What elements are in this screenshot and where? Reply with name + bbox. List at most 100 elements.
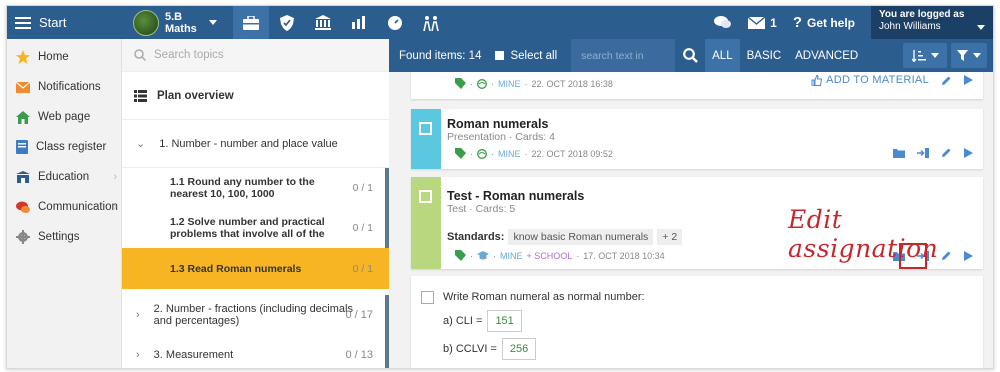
nav-label: Home	[38, 51, 69, 63]
card-actions: ADD TO MATERIAL	[811, 74, 973, 86]
nav-label: Web page	[38, 111, 91, 123]
owner-mine: MINE	[498, 78, 521, 89]
chevron-right-icon: ›	[136, 309, 140, 321]
nav-item-communication[interactable]: Communication ›	[7, 192, 121, 222]
nav-item-education[interactable]: Education ›	[7, 162, 121, 192]
separator: ·	[470, 148, 473, 159]
question-checkbox[interactable]	[421, 291, 434, 304]
filter-advanced[interactable]: ADVANCED	[788, 39, 865, 72]
start-menu[interactable]: Start	[7, 6, 122, 39]
card-meta: · · MINE · 22. OCT 2018 09:52	[455, 148, 613, 159]
folder-icon[interactable]	[893, 148, 905, 158]
subtopic-count: 0 / 1	[352, 262, 373, 275]
filter-button[interactable]	[951, 43, 987, 68]
nav-item-home[interactable]: Home	[7, 42, 121, 72]
card-stripe	[411, 177, 441, 269]
card-date: 22. OCT 2018 09:52	[531, 148, 613, 159]
filter-all[interactable]: ALL	[705, 39, 740, 72]
filter-label: BASIC	[746, 49, 782, 62]
subtopic-label: 1.2 Solve number and practical problems …	[170, 216, 325, 240]
class-selector[interactable]: 5.B Maths	[133, 9, 217, 36]
play-icon[interactable]	[964, 147, 973, 158]
select-all-checkbox[interactable]	[495, 51, 505, 60]
nav-item-settings[interactable]: Settings	[7, 222, 121, 252]
user-name: John Williams	[879, 21, 941, 32]
content-search-input[interactable]: search text in	[571, 39, 676, 72]
nav-label: Settings	[38, 231, 80, 243]
plan-overview[interactable]: Plan overview	[122, 72, 389, 120]
funnel-icon	[957, 50, 968, 61]
answer-label: b) CCLVI =	[443, 343, 497, 355]
found-items: Found items: 14	[399, 49, 482, 62]
topic-item-3[interactable]: › 3. Measurement 0 / 13	[122, 335, 389, 368]
plan-overview-label: Plan overview	[157, 89, 234, 102]
select-all[interactable]: Select all	[495, 50, 557, 62]
play-icon[interactable]	[964, 75, 973, 85]
institution-tab[interactable]	[305, 6, 341, 39]
chat-icon	[714, 16, 732, 28]
pencil-icon[interactable]	[941, 75, 952, 86]
chevron-right-icon: ›	[113, 201, 117, 213]
topics-search[interactable]: Search topics	[122, 39, 389, 72]
people-icon	[423, 15, 439, 31]
class-avatar	[133, 9, 159, 36]
answer-a: a) CLI = 151	[443, 310, 522, 332]
chevron-down-icon	[973, 53, 981, 58]
thumb-up-icon	[811, 74, 823, 86]
hamburger-icon[interactable]	[15, 16, 31, 29]
answer-label: a) CLI =	[443, 315, 483, 327]
nav-item-notifications[interactable]: Notifications	[7, 72, 121, 102]
add-to-material-button[interactable]: ADD TO MATERIAL	[811, 74, 929, 86]
messages-button[interactable]: 1	[748, 16, 777, 30]
chat-button[interactable]	[714, 15, 732, 30]
pencil-icon[interactable]	[941, 147, 952, 158]
subtopic-1-3[interactable]: 1.3 Read Roman numerals 0 / 1	[122, 248, 389, 289]
shield-tab[interactable]	[269, 6, 305, 39]
search-icon	[134, 49, 146, 61]
topic-item-2[interactable]: › 2. Number - fractions (including decim…	[122, 295, 389, 335]
owner-school: + SCHOOL	[526, 250, 573, 261]
subtopic-1-2[interactable]: 1.2 Solve number and practical problems …	[122, 208, 389, 248]
answer-value[interactable]: 256	[501, 338, 537, 360]
nav-item-web-page[interactable]: Web page	[7, 102, 121, 132]
material-card[interactable]: · · MINE · 22. OCT 2018 16:38 ADD TO MAT…	[411, 72, 983, 99]
subtopic-label: 1.1 Round any number to the nearest 10, …	[170, 176, 315, 200]
register-icon	[16, 140, 28, 154]
answer-value[interactable]: 151	[487, 310, 522, 332]
dashboard-tab[interactable]	[377, 6, 413, 39]
people-tab[interactable]	[413, 6, 449, 39]
question-card[interactable]: Write Roman numeral as normal number: a)…	[411, 276, 983, 368]
top-bar: Start 5.B Maths 1 ? Get help You are log…	[7, 6, 993, 39]
top-modules	[233, 6, 449, 39]
search-icon	[682, 48, 698, 63]
separator: ·	[524, 148, 528, 159]
more-standards-pill[interactable]: + 2	[657, 229, 683, 245]
assign-icon[interactable]	[917, 147, 929, 158]
standard-pill[interactable]: know basic Roman numerals	[508, 229, 654, 245]
nav-item-class-register[interactable]: Class register	[7, 132, 121, 162]
topics-search-placeholder: Search topics	[154, 49, 224, 61]
topic-item-1[interactable]: ⌄ 1. Number - number and place value	[122, 120, 389, 168]
content-area: · · MINE · 22. OCT 2018 16:38 ADD TO MAT…	[389, 72, 993, 368]
briefcase-tab[interactable]	[233, 6, 269, 39]
star-icon	[16, 50, 30, 64]
class-name: 5.B	[165, 10, 183, 23]
public-icon	[477, 78, 487, 89]
help-button[interactable]: ? Get help	[793, 14, 855, 31]
filter-basic[interactable]: BASIC	[740, 39, 789, 72]
material-card[interactable]: Roman numerals Presentation · Cards: 4 ·…	[411, 109, 983, 169]
owner-mine: MINE	[500, 250, 523, 261]
subtopic-1-1[interactable]: 1.1 Round any number to the nearest 10, …	[122, 168, 389, 208]
sort-button[interactable]	[903, 43, 947, 68]
card-date: 17. OCT 2018 10:34	[583, 250, 665, 261]
user-menu[interactable]: You are logged as John Williams	[871, 6, 993, 39]
bank-icon	[315, 15, 331, 30]
search-button[interactable]	[675, 39, 705, 72]
topic-label: 2. Number - fractions (including decimal…	[153, 303, 353, 327]
card-checkbox[interactable]	[419, 122, 432, 135]
stats-tab[interactable]	[341, 6, 377, 39]
filter-label: ADVANCED	[795, 49, 859, 62]
card-checkbox[interactable]	[419, 190, 432, 203]
sort-icon	[911, 49, 926, 62]
topic-label: 3. Measurement	[153, 349, 234, 361]
